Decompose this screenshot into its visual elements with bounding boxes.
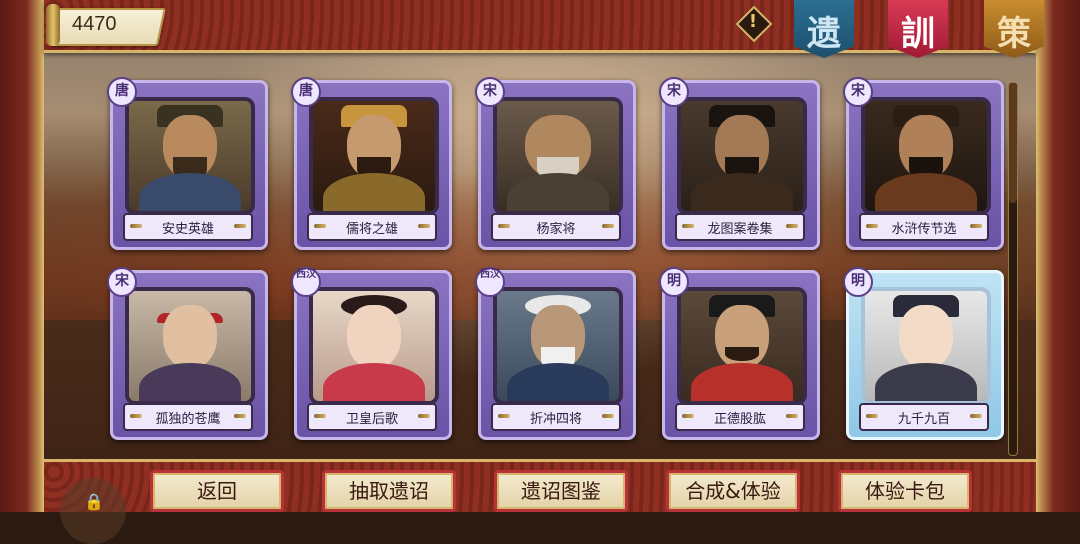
card[interactable]: 西汉 折冲四将: [475, 267, 636, 440]
scrollbar-thumb[interactable]: [1009, 83, 1017, 203]
card-name-bar: 水浒传节选: [859, 213, 989, 241]
right-frame: [1036, 0, 1080, 512]
dynasty-badge: 西汉: [475, 267, 505, 297]
tab-yi-label: 遗: [807, 14, 841, 54]
portrait-image: [861, 97, 991, 215]
tab-ce-label: 策: [997, 14, 1031, 54]
card-name-bar: 九千九百: [859, 403, 989, 431]
card-name-bar: 折冲四将: [491, 403, 621, 431]
tab-ce[interactable]: 策: [984, 0, 1044, 58]
ornament-icon: [602, 224, 614, 228]
portrait-image: [125, 287, 255, 405]
card-name: 九千九百: [897, 412, 950, 427]
card-name: 折冲四将: [529, 412, 582, 427]
ornament-icon: [234, 224, 246, 228]
portrait-image: [677, 287, 807, 405]
dynasty-badge: 西汉: [291, 267, 321, 297]
ornament-icon: [418, 224, 430, 228]
card[interactable]: 宋 水浒传节选: [843, 77, 1004, 250]
card-name-bar: 龙图案卷集: [675, 213, 805, 241]
portrait-image: [677, 97, 807, 215]
dynasty-badge: 宋: [107, 267, 137, 297]
tab-yi[interactable]: 遗: [794, 0, 854, 58]
ornament-icon: [234, 414, 246, 418]
dynasty-badge: 唐: [107, 77, 137, 107]
tab-xun-label: 訓: [901, 14, 935, 54]
synthesize-trial-button[interactable]: 合成&体验: [666, 470, 800, 512]
ornament-icon: [418, 414, 430, 418]
scroll-icon: [46, 4, 60, 46]
card[interactable]: 明 正德股肱: [659, 267, 820, 440]
card[interactable]: 西汉 卫皇后歌: [291, 267, 452, 440]
ornament-icon: [970, 224, 982, 228]
dynasty-badge: 唐: [291, 77, 321, 107]
card-name-bar: 孤独的苍鹰: [123, 403, 253, 431]
alert-button[interactable]: !: [735, 5, 773, 43]
card-name-bar: 儒将之雄: [307, 213, 437, 241]
card[interactable]: 唐 儒将之雄: [291, 77, 452, 250]
currency-value: 4470: [72, 13, 117, 35]
lock-icon: 🔒: [84, 492, 104, 511]
portrait-image: [493, 287, 623, 405]
lock-button[interactable]: 🔒: [60, 478, 126, 544]
left-frame: [0, 0, 44, 512]
card-name: 卫皇后歌: [345, 412, 398, 427]
dynasty-badge: 宋: [475, 77, 505, 107]
ornament-icon: [786, 414, 798, 418]
edict-catalog-button[interactable]: 遗诏图鉴: [494, 470, 628, 512]
card[interactable]: 宋 孤独的苍鹰: [107, 267, 268, 440]
scrollbar[interactable]: [1008, 82, 1018, 456]
draw-edict-button[interactable]: 抽取遗诏: [322, 470, 456, 512]
top-bar: [44, 0, 1036, 53]
portrait-image: [309, 287, 439, 405]
card-name: 儒将之雄: [345, 222, 398, 237]
portrait-image: [861, 287, 991, 405]
back-button[interactable]: 返回: [150, 470, 284, 512]
card[interactable]: 宋 龙图案卷集: [659, 77, 820, 250]
card-name: 安史英雄: [161, 222, 214, 237]
card[interactable]: 宋 杨家将: [475, 77, 636, 250]
ornament-icon: [786, 224, 798, 228]
tab-xun[interactable]: 訓: [888, 0, 948, 58]
card-name-bar: 安史英雄: [123, 213, 253, 241]
card-name-bar: 正德股肱: [675, 403, 805, 431]
dynasty-badge: 明: [843, 267, 873, 297]
card-name: 水浒传节选: [891, 222, 957, 237]
card-name: 孤独的苍鹰: [155, 412, 221, 427]
card-selected[interactable]: 明 九千九百: [843, 267, 1004, 440]
dynasty-badge: 宋: [843, 77, 873, 107]
card-name: 龙图案卷集: [707, 222, 773, 237]
portrait-image: [309, 97, 439, 215]
trial-card-pack-button[interactable]: 体验卡包: [838, 470, 972, 512]
dynasty-badge: 明: [659, 267, 689, 297]
card[interactable]: 唐 安史英雄: [107, 77, 268, 250]
ornament-icon: [602, 414, 614, 418]
card-name-bar: 卫皇后歌: [307, 403, 437, 431]
dynasty-badge: 宋: [659, 77, 689, 107]
card-name: 正德股肱: [713, 412, 766, 427]
ornament-icon: [970, 414, 982, 418]
card-name: 杨家将: [536, 222, 576, 237]
portrait-image: [125, 97, 255, 215]
card-name-bar: 杨家将: [491, 213, 621, 241]
portrait-image: [493, 97, 623, 215]
